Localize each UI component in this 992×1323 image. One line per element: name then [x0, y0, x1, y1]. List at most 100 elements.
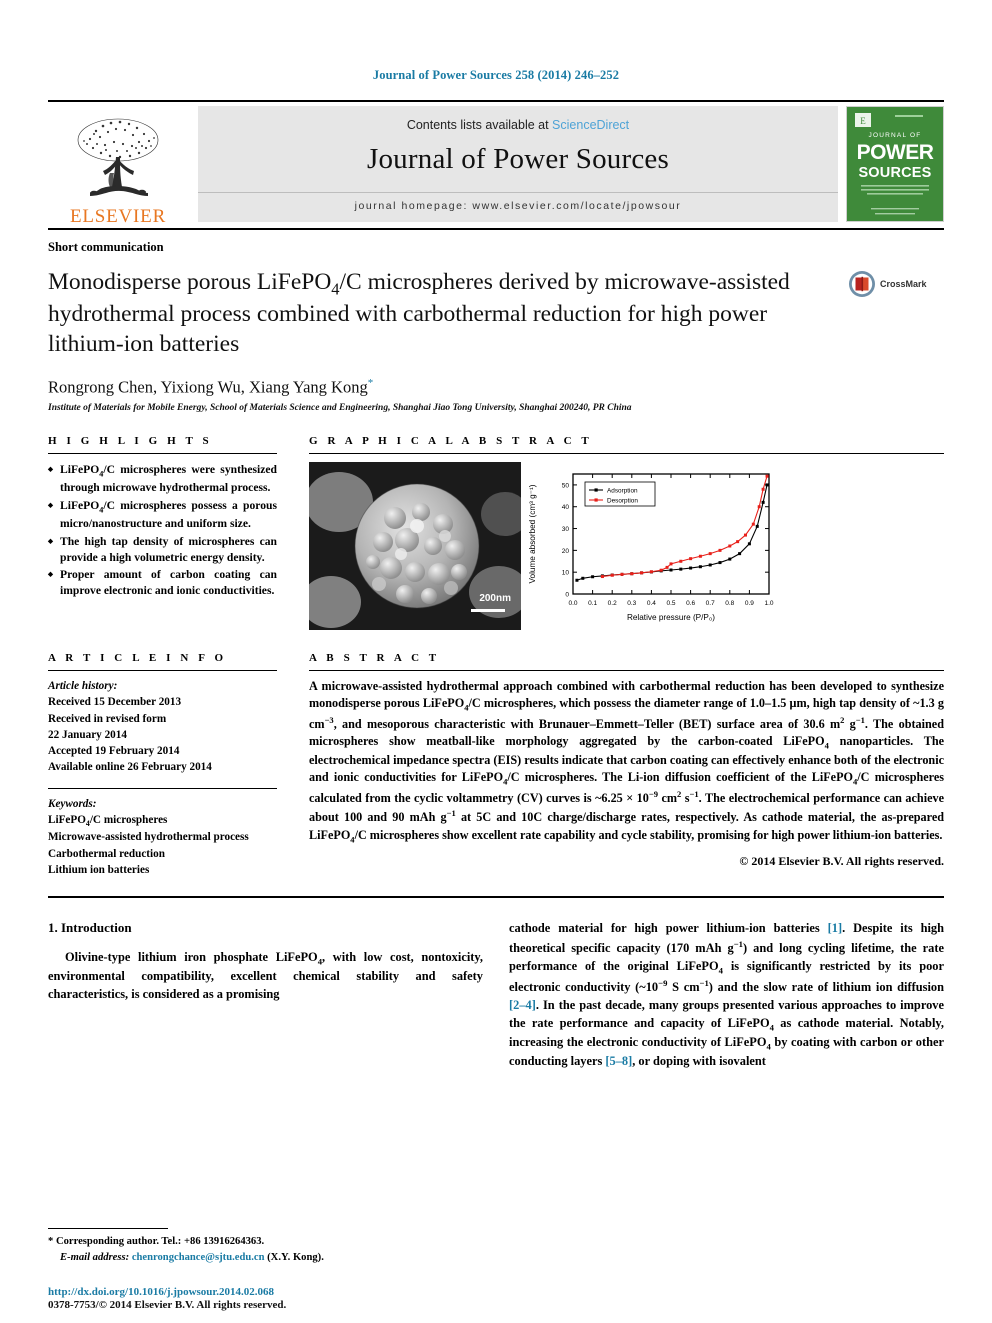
- title-block: Monodisperse porous LiFePO4/C microspher…: [48, 268, 944, 360]
- email-link[interactable]: chenrongchance@sjtu.edu.cn: [132, 1252, 265, 1263]
- journal-band: Contents lists available at ScienceDirec…: [198, 106, 838, 222]
- abstract-heading: A B S T R A C T: [309, 652, 440, 665]
- svg-text:50: 50: [562, 482, 570, 489]
- article-title: Monodisperse porous LiFePO4/C microspher…: [48, 269, 790, 358]
- keyword-item: LiFePO4/C microspheres: [48, 813, 168, 828]
- articleinfo-abstract-region: A R T I C L E I N F O Article history: R…: [48, 652, 944, 878]
- highlights-list: LiFePO4/C microspheres were synthesized …: [48, 462, 277, 598]
- elsevier-wordmark: ELSEVIER: [69, 206, 167, 227]
- sem-image-art: [309, 462, 521, 631]
- svg-text:Volume absorbed (cm³ g⁻¹): Volume absorbed (cm³ g⁻¹): [528, 484, 537, 583]
- journal-homepage[interactable]: journal homepage: www.elsevier.com/locat…: [198, 192, 838, 212]
- svg-text:0.3: 0.3: [627, 600, 636, 607]
- body-text: cathode material for high power lithium-…: [509, 921, 828, 936]
- svg-text:0: 0: [565, 592, 569, 599]
- elsevier-tree-icon: [77, 118, 159, 196]
- article-history-label: Article history:: [48, 680, 118, 693]
- list-item: LiFePO4/C microspheres were synthesized …: [48, 462, 277, 496]
- graphical-abstract-rule: [309, 453, 944, 455]
- keywords-rule: [48, 787, 277, 789]
- email-label: E-mail address:: [60, 1251, 130, 1263]
- svg-text:0.6: 0.6: [686, 600, 695, 607]
- body-right-column: cathode material for high power lithium-…: [509, 920, 944, 1071]
- keyword-item: Microwave-assisted hydrothermal process: [48, 831, 249, 844]
- footnote-block: * Corresponding author. Tel.: +86 139162…: [48, 1228, 478, 1265]
- keywords-block: Keywords: LiFePO4/C microspheres Microwa…: [48, 796, 277, 879]
- graphical-abstract-column: G R A P H I C A L A B S T R A C T 200nm …: [295, 435, 944, 631]
- svg-text:1.0: 1.0: [764, 600, 773, 607]
- svg-text:E: E: [860, 116, 866, 126]
- svg-text:Adsorption: Adsorption: [607, 488, 638, 495]
- affiliation: Institute of Materials for Mobile Energy…: [48, 403, 632, 414]
- svg-text:0.0: 0.0: [568, 600, 577, 607]
- history-item: Received in revised form: [48, 712, 167, 725]
- footnote-rule: [48, 1228, 168, 1230]
- author-list: Rongrong Chen, Yixiong Wu, Xiang Yang Ko…: [48, 377, 944, 398]
- section-heading-introduction: 1. Introduction: [48, 920, 132, 936]
- isotherm-plot-svg: 0.0 0.1 0.2 0.3 0.4 0.5 0.6 0.7 0.8 0.9 1.0 0 10 20 30…: [528, 473, 774, 622]
- svg-text:Desorption: Desorption: [607, 498, 638, 505]
- journal-title: Journal of Power Sources: [367, 143, 669, 175]
- crossmark-icon: [849, 271, 875, 297]
- list-item: Proper amount of carbon coating can impr…: [48, 567, 277, 598]
- highlight-text: The high tap density of microspheres can…: [60, 534, 277, 564]
- adsorption-isotherm-chart: 0.0 0.1 0.2 0.3 0.4 0.5 0.6 0.7 0.8 0.9 1.0 0 10 20 30…: [521, 462, 944, 630]
- svg-text:0.8: 0.8: [725, 600, 734, 607]
- abstract-copyright: © 2014 Elsevier B.V. All rights reserved…: [739, 854, 944, 869]
- crossmark-label: CrossMark: [880, 279, 927, 289]
- sem-micrograph: 200nm: [309, 462, 521, 631]
- body-text: , or doping with isovalent: [632, 1054, 766, 1069]
- crossmark-badge[interactable]: CrossMark: [848, 270, 944, 298]
- contents-available-line: Contents lists available at ScienceDirec…: [407, 118, 629, 132]
- citation-link[interactable]: [5–8]: [605, 1054, 632, 1068]
- issn-copyright: 0378-7753/© 2014 Elsevier B.V. All right…: [48, 1299, 287, 1311]
- running-head: Journal of Power Sources 258 (2014) 246–…: [372, 68, 620, 82]
- elsevier-logo: ELSEVIER: [48, 102, 188, 228]
- list-item: LiFePO4/C microspheres possess a porous …: [48, 498, 277, 532]
- abstract-bottom-rule: [48, 896, 944, 899]
- highlights-column: H I G H L I G H T S LiFePO4/C microspher…: [48, 435, 295, 630]
- graphical-abstract-figure: 200nm 0.0 0.1 0.2 0.3 0.4 0.5 0.6 0.7 0.8 0.9 1.0 0…: [309, 462, 944, 631]
- email-owner: (X.Y. Kong).: [267, 1251, 324, 1263]
- svg-text:JOURNAL OF: JOURNAL OF: [869, 132, 922, 139]
- sciencedirect-link[interactable]: ScienceDirect: [552, 118, 629, 132]
- svg-text:0.5: 0.5: [666, 600, 675, 607]
- history-item: Received 15 December 2013: [48, 696, 182, 709]
- highlight-text: Proper amount of carbon coating can impr…: [60, 568, 277, 597]
- journal-masthead: ELSEVIER Contents lists available at Sci…: [48, 100, 944, 228]
- journal-cover-art: E JOURNAL OF POWER SOURCES: [847, 107, 943, 221]
- citation-link[interactable]: [1]: [828, 921, 842, 935]
- paper-page: Journal of Power Sources 258 (2014) 246–…: [0, 0, 992, 1323]
- abstract-text: A microwave-assisted hydrothermal approa…: [309, 679, 945, 845]
- list-item: The high tap density of microspheres can…: [48, 534, 277, 565]
- highlight-text: LiFePO4/C microspheres possess a porous …: [60, 499, 277, 531]
- corresponding-author-note: * Corresponding author. Tel.: +86 139162…: [48, 1236, 265, 1248]
- corresponding-author-marker: *: [367, 376, 374, 389]
- svg-text:40: 40: [562, 504, 570, 511]
- svg-text:30: 30: [562, 526, 570, 533]
- article-type: Short communication: [48, 240, 164, 254]
- abstract-column: A B S T R A C T A microwave-assisted hyd…: [295, 652, 944, 878]
- keywords-label: Keywords:: [48, 797, 97, 810]
- highlights-graphical-region: H I G H L I G H T S LiFePO4/C microspher…: [48, 435, 944, 631]
- keyword-item: Lithium ion batteries: [48, 863, 150, 876]
- authors-text: Rongrong Chen, Yixiong Wu, Xiang Yang Ko…: [48, 377, 368, 397]
- doi-link[interactable]: http://dx.doi.org/10.1016/j.jpowsour.201…: [48, 1286, 286, 1298]
- citation-link[interactable]: [2–4]: [509, 998, 536, 1012]
- article-info-heading: A R T I C L E I N F O: [48, 652, 227, 665]
- article-history-block: Article history: Received 15 December 20…: [48, 678, 277, 775]
- graphical-abstract-heading: G R A P H I C A L A B S T R A C T: [309, 435, 593, 448]
- email-note: E-mail address: chenrongchance@sjtu.edu.…: [48, 1250, 478, 1265]
- highlights-heading: H I G H L I G H T S: [48, 435, 213, 448]
- intro-paragraph-right: cathode material for high power lithium-…: [509, 920, 944, 1071]
- masthead-bottom-rule: [48, 228, 944, 230]
- svg-text:POWER: POWER: [857, 141, 934, 164]
- svg-text:0.2: 0.2: [608, 600, 617, 607]
- history-item: Available online 26 February 2014: [48, 761, 212, 774]
- highlight-text: LiFePO4/C microspheres were synthesized …: [60, 463, 277, 495]
- intro-paragraph-left: Olivine-type lithium iron phosphate LiFe…: [48, 950, 484, 1002]
- journal-cover-thumbnail: E JOURNAL OF POWER SOURCES: [846, 106, 944, 222]
- svg-text:SOURCES: SOURCES: [858, 165, 931, 181]
- svg-text:0.1: 0.1: [588, 600, 597, 607]
- keyword-item: Carbothermal reduction: [48, 847, 165, 860]
